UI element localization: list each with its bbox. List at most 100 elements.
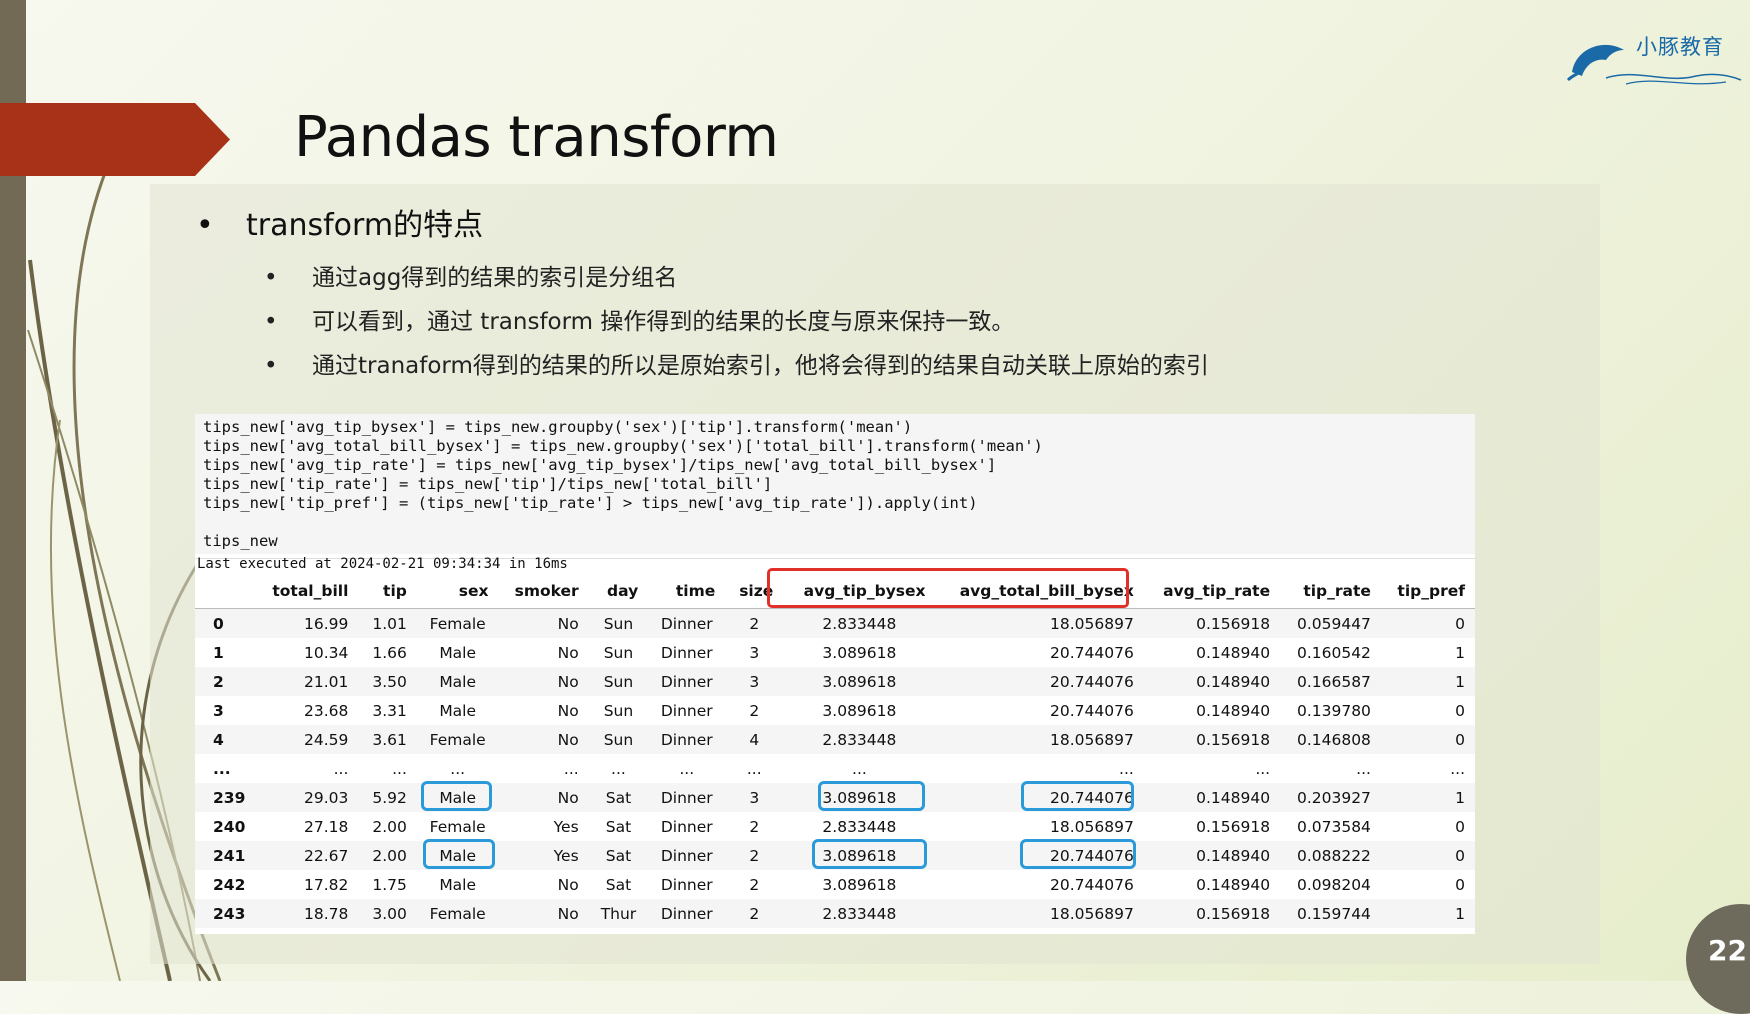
table-cell: No (557, 788, 579, 807)
table-row: 1 10.34 1.66 Male No Sun Dinner 3 3.089618 20.744… (195, 638, 1475, 667)
code-line: tips_new['tip_pref'] = (tips_new['tip_ra… (203, 494, 978, 512)
table-cell: 0.139780 (1296, 701, 1371, 720)
table-cell: 0.166587 (1296, 672, 1371, 691)
code-line: tips_new['tip_rate'] = tips_new['tip']/t… (203, 475, 773, 493)
code-block[interactable]: tips_new['avg_tip_bysex'] = tips_new.gro… (195, 414, 1475, 554)
table-row: 240 27.18 2.00 Female Yes Sat Dinner 2 2.833448 1… (195, 812, 1475, 841)
code-line: tips_new (203, 532, 278, 550)
table-cell: Sun (603, 643, 634, 662)
column-header: smoker (514, 582, 579, 600)
row-index: 0 (213, 614, 224, 633)
highlight-box-avg-bill-241 (1020, 839, 1136, 869)
table-cell: 0.156918 (1196, 904, 1271, 923)
bullet-dot: • (196, 208, 214, 243)
table-cell: Dinner (660, 643, 713, 662)
table-cell: 0.059447 (1296, 614, 1371, 633)
table-cell: Sun (603, 701, 634, 720)
column-header: sex (458, 582, 489, 600)
table-cell: ... (1356, 759, 1371, 778)
table-cell: Dinner (660, 904, 713, 923)
table-cell: 18.056897 (1050, 614, 1134, 633)
table-cell: ... (679, 759, 695, 778)
table-cell: 2 (749, 904, 760, 923)
table-body: 0 16.99 1.01 Female No Sun Dinner 2 2.833448 18.0… (195, 608, 1475, 928)
execution-status: Last executed at 2024-02-21 09:34:34 in … (197, 556, 568, 572)
row-index: 241 (213, 846, 246, 865)
column-header: tip (383, 582, 407, 600)
row-index: 3 (213, 701, 224, 720)
table-cell: Sun (603, 672, 634, 691)
table-cell: Sat (605, 846, 632, 865)
bullet-dot: • (264, 265, 278, 291)
table-cell: 5.92 (372, 788, 407, 807)
table-cell: 22.67 (304, 846, 349, 865)
table-cell: 0.148940 (1196, 643, 1271, 662)
table-row: 242 17.82 1.75 Male No Sat Dinner 2 3.089618 20.7… (195, 870, 1475, 899)
table-cell: 0 (1455, 614, 1465, 633)
table-cell: 0.156918 (1196, 614, 1271, 633)
row-index: ... (213, 759, 231, 778)
table-cell: 18.78 (304, 904, 349, 923)
table-cell: 2.833448 (822, 904, 897, 923)
table-row: ....................................... (195, 754, 1475, 783)
table-cell: 3 (749, 643, 760, 662)
table-cell: Dinner (660, 875, 713, 894)
table-cell: 0.156918 (1196, 817, 1271, 836)
table-cell: 0.148940 (1196, 875, 1271, 894)
table-row: 4 24.59 3.61 Female No Sun Dinner 4 2.833448 18.0… (195, 725, 1475, 754)
table-cell: No (557, 643, 579, 662)
table-cell: Female (429, 904, 486, 923)
bullet-text: transform的特点 (246, 208, 484, 243)
column-header: tip_pref (1397, 582, 1465, 600)
table-cell: 18.056897 (1050, 730, 1134, 749)
table-cell: 2.833448 (822, 730, 897, 749)
sub-bullet-text: 可以看到，通过 transform 操作得到的结果的长度与原来保持一致。 (312, 309, 1015, 335)
row-index: 243 (213, 904, 246, 923)
table-cell: 1.01 (372, 614, 407, 633)
table-cell: 2 (749, 614, 760, 633)
table-cell: 23.68 (304, 701, 349, 720)
table-cell: ... (746, 759, 762, 778)
table-cell: 0.160542 (1296, 643, 1371, 662)
table-cell: 3.089618 (822, 875, 897, 894)
table-cell: Male (439, 701, 477, 720)
table-cell: ... (392, 759, 407, 778)
table-cell: 10.34 (304, 643, 349, 662)
row-index: 1 (213, 643, 224, 662)
table-cell: Sun (603, 614, 634, 633)
table-cell: 18.056897 (1050, 817, 1134, 836)
highlight-box-sex-241 (423, 839, 495, 869)
table-cell: 3 (749, 672, 760, 691)
table-cell: 1 (1455, 643, 1465, 662)
table-cell: 1.75 (372, 875, 407, 894)
table-cell: Female (429, 614, 486, 633)
table-cell: Dinner (660, 730, 713, 749)
table-cell: 20.744076 (1050, 701, 1134, 720)
table-cell: 3.089618 (822, 643, 897, 662)
slide-title: Pandas transform (294, 105, 779, 170)
code-line: tips_new['avg_tip_rate'] = tips_new['avg… (203, 456, 997, 474)
table-cell: ... (333, 759, 349, 778)
table-cell: ... (1450, 759, 1465, 778)
table-cell: 1 (1455, 788, 1465, 807)
table-cell: 0.073584 (1296, 817, 1371, 836)
table-cell: 0 (1455, 817, 1465, 836)
column-header (195, 574, 255, 609)
table-cell: 3.50 (372, 672, 407, 691)
table-cell: No (557, 701, 579, 720)
table-cell: 0 (1455, 730, 1465, 749)
table-row: 243 18.78 3.00 Female No Thur Dinner 2 2.833448 1… (195, 899, 1475, 928)
logo-text: 小豚教育 (1636, 35, 1724, 59)
table-cell: 2.833448 (822, 614, 897, 633)
highlight-box-sex-239 (421, 781, 492, 811)
column-header: day (607, 582, 639, 600)
table-cell: 2.00 (372, 846, 407, 865)
table-cell: 0.159744 (1296, 904, 1371, 923)
table-cell: 3.31 (372, 701, 407, 720)
table-cell: 0 (1455, 875, 1465, 894)
table-cell: 20.744076 (1050, 875, 1134, 894)
table-cell: Female (429, 817, 486, 836)
row-index: 4 (213, 730, 224, 749)
table-cell: Dinner (660, 846, 713, 865)
